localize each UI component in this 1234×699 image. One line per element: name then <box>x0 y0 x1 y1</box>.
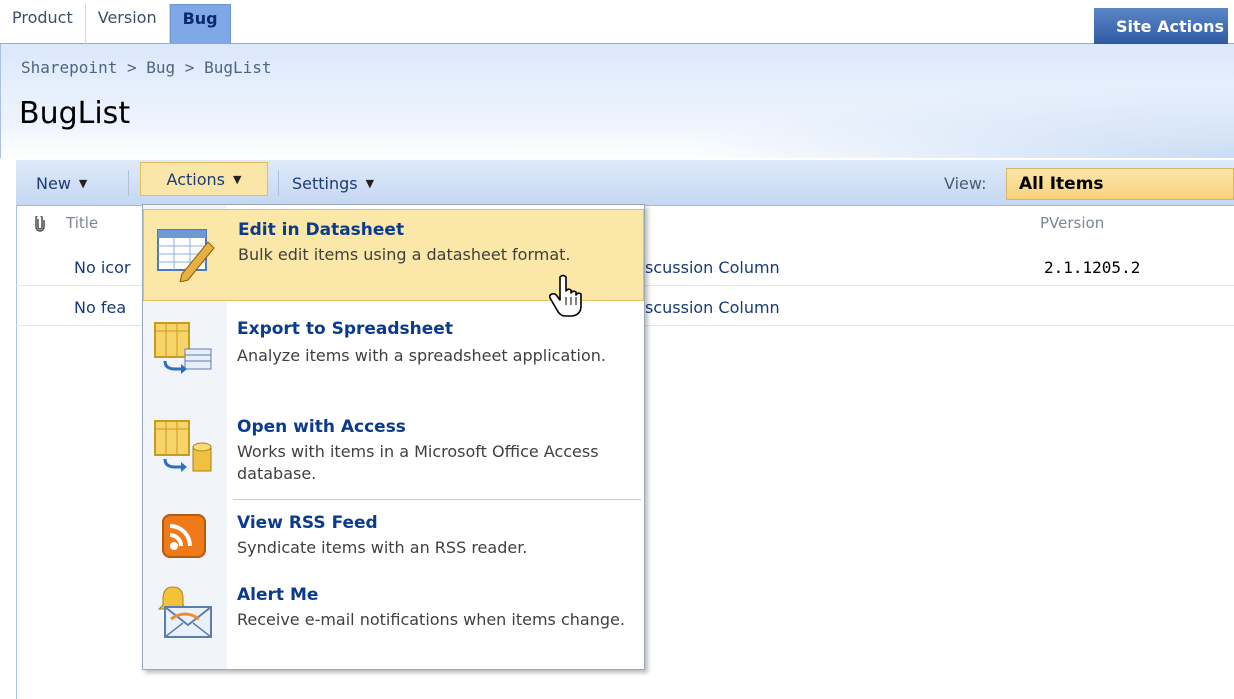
dropdown-arrow-icon: ▼ <box>232 172 242 186</box>
column-header-pversion[interactable]: PVersion <box>1040 214 1104 232</box>
tab-version[interactable]: Version <box>86 4 170 44</box>
site-actions-button[interactable]: Site Actions <box>1094 8 1228 44</box>
menu-item-open-with-access[interactable]: Open with Access Works with items in a M… <box>143 409 644 497</box>
access-database-icon <box>151 417 217 475</box>
breadcrumb-buglist[interactable]: BugList <box>204 58 271 77</box>
alert-bell-icon <box>151 583 217 641</box>
menu-item-title: View RSS Feed <box>237 513 378 533</box>
row-discussion[interactable]: scussion Column <box>645 258 780 277</box>
row-pversion: 2.1.1205.2 <box>1044 258 1141 277</box>
menu-item-description: Receive e-mail notifications when items … <box>237 610 625 629</box>
row-discussion[interactable]: scussion Column <box>645 298 780 317</box>
row-title[interactable]: No icor <box>74 258 144 277</box>
breadcrumb-bug[interactable]: Bug <box>146 58 175 77</box>
menu-item-title: Export to Spreadsheet <box>237 319 453 339</box>
tab-product[interactable]: Product <box>0 4 86 44</box>
page-title: BugList <box>19 96 131 131</box>
attachment-column-icon <box>34 214 46 236</box>
toolbar-separator <box>128 170 129 196</box>
menu-item-view-rss-feed[interactable]: View RSS Feed Syndicate items with an RS… <box>143 503 644 575</box>
dropdown-arrow-icon: ▼ <box>78 176 88 190</box>
view-label: View: <box>944 173 987 193</box>
decorative-swoosh <box>674 84 1234 158</box>
hand-pointer-cursor-icon <box>548 273 588 317</box>
actions-label: Actions <box>166 169 225 189</box>
page-title-area: Sharepoint > Bug > BugList BugList <box>0 44 1234 158</box>
breadcrumb-sharepoint[interactable]: Sharepoint <box>21 58 117 77</box>
list-toolbar: New ▼ Actions ▼ Settings ▼ View: All Ite… <box>16 160 1234 206</box>
menu-item-export-to-spreadsheet[interactable]: Export to Spreadsheet Analyze items with… <box>143 309 644 405</box>
menu-item-description: Bulk edit items using a datasheet format… <box>238 245 571 264</box>
menu-item-description: Analyze items with a spreadsheet applica… <box>237 346 607 365</box>
breadcrumb: Sharepoint > Bug > BugList <box>21 58 272 77</box>
menu-item-title: Open with Access <box>237 417 406 437</box>
menu-item-description: Works with items in a Microsoft Office A… <box>237 442 599 483</box>
settings-label: Settings <box>292 173 358 193</box>
row-title[interactable]: No fea <box>74 298 144 317</box>
new-menu-button[interactable]: New ▼ <box>36 160 87 206</box>
toolbar-separator <box>278 170 279 196</box>
tab-bug[interactable]: Bug <box>169 4 231 44</box>
top-navigation-bar: Product Version Bug Site Actions <box>0 0 1234 44</box>
menu-separator <box>233 499 641 500</box>
column-header-title[interactable]: Title <box>66 214 98 232</box>
view-selector[interactable]: All Items <box>1006 168 1234 200</box>
menu-item-title: Edit in Datasheet <box>238 220 405 240</box>
dropdown-arrow-icon: ▼ <box>365 176 375 190</box>
spreadsheet-export-icon <box>151 317 217 375</box>
breadcrumb-separator: > <box>126 58 137 77</box>
settings-menu-button[interactable]: Settings ▼ <box>292 160 374 206</box>
actions-menu-button[interactable]: Actions ▼ <box>140 162 268 196</box>
menu-item-title: Alert Me <box>237 585 319 605</box>
datasheet-edit-icon <box>152 224 218 283</box>
breadcrumb-separator: > <box>184 58 195 77</box>
menu-item-alert-me[interactable]: Alert Me Receive e-mail notifications wh… <box>143 577 644 667</box>
menu-item-description: Syndicate items with an RSS reader. <box>237 538 528 557</box>
tab-strip: Product Version Bug <box>0 4 231 44</box>
rss-feed-icon <box>151 507 217 565</box>
new-label: New <box>36 173 71 193</box>
